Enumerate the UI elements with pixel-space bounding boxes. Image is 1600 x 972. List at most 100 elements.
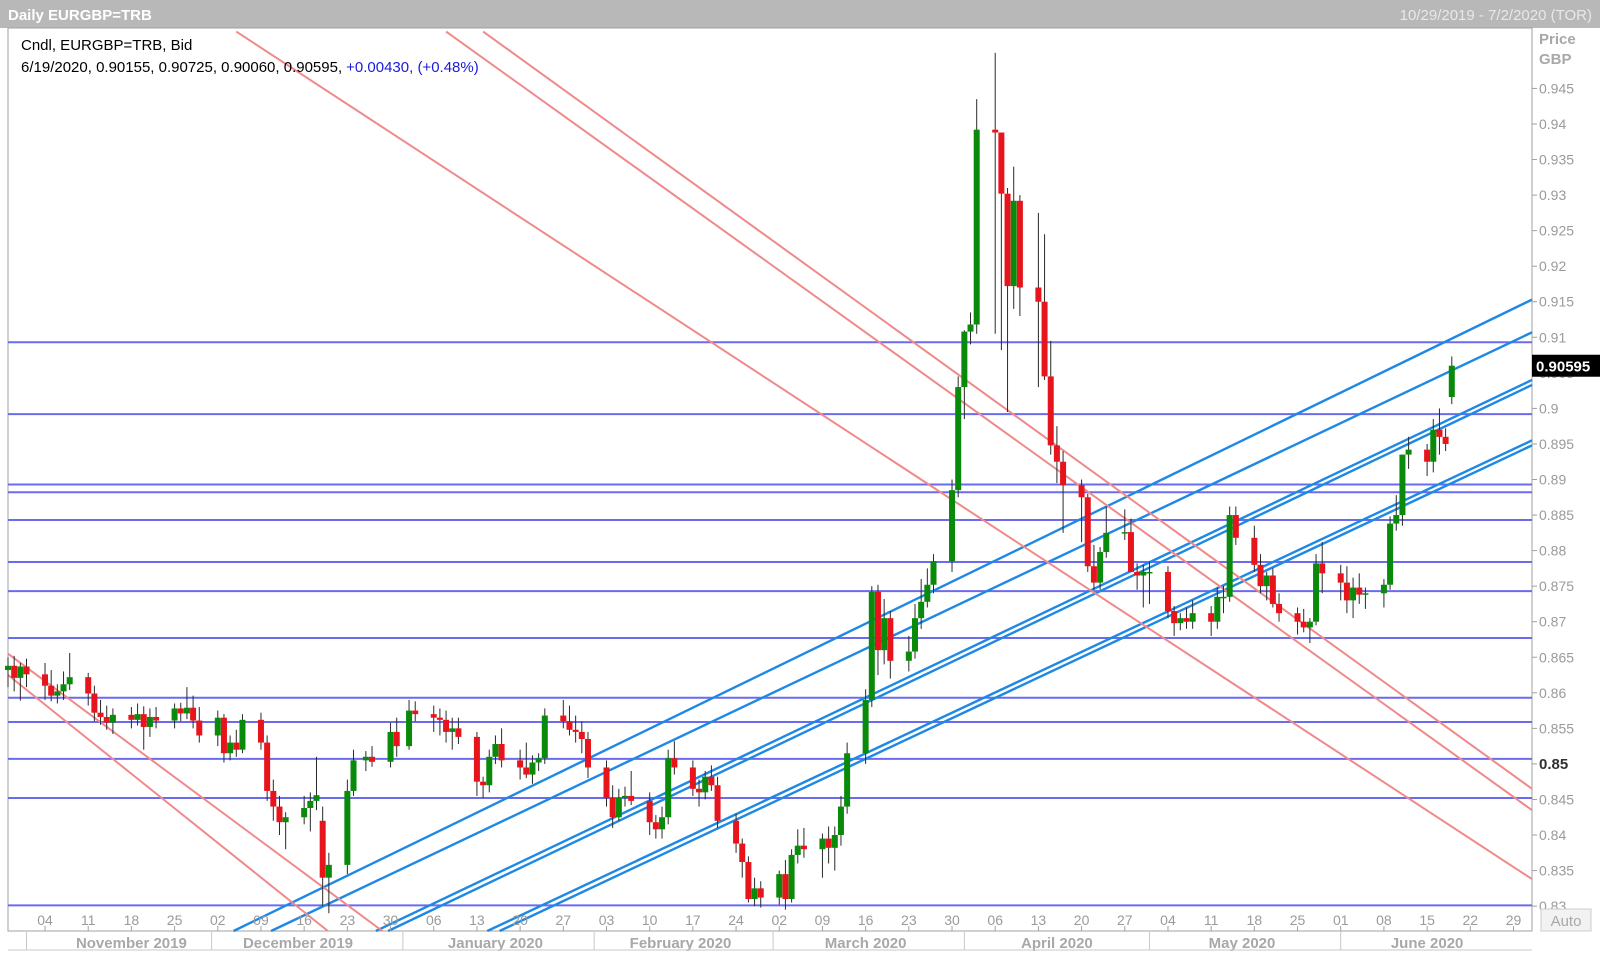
candle-body-up [1313, 563, 1320, 622]
candle-body-down [696, 788, 703, 793]
x-tick-label: 16 [296, 912, 312, 928]
candle-body-up [1121, 532, 1128, 534]
candle-body-down [1041, 301, 1048, 377]
y-tick-label: 0.875 [1539, 578, 1574, 594]
candle-body-down [270, 790, 277, 807]
x-tick-label: 03 [599, 912, 615, 928]
candle-body-down [128, 714, 135, 720]
x-tick-label: 10 [642, 912, 658, 928]
x-tick-label: 09 [253, 912, 269, 928]
candle-body-up [622, 795, 629, 799]
candle-body-up [301, 807, 308, 818]
candle-body-down [1053, 445, 1060, 462]
x-tick-label: 02 [771, 912, 787, 928]
candle-body-up [486, 756, 493, 786]
candle-body-up [615, 798, 622, 818]
candle-body-down [714, 785, 721, 821]
candle-body-down [436, 717, 443, 720]
candle-body-up [1097, 552, 1104, 583]
x-tick-label: 15 [1419, 912, 1435, 928]
candle-body-down [1343, 582, 1350, 601]
candle-body-down [1257, 564, 1264, 587]
candle-body-down [757, 888, 764, 898]
candle-body-up [313, 795, 320, 801]
x-tick-label: 22 [1463, 912, 1479, 928]
x-tick-label: 08 [1376, 912, 1392, 928]
candle-body-up [1430, 429, 1437, 462]
candle-body-down [1171, 611, 1178, 624]
candle-body-up [146, 716, 153, 727]
month-label: March 2020 [825, 935, 907, 952]
plot-area[interactable] [7, 27, 1533, 932]
candle-body-down [1251, 537, 1258, 565]
x-tick-label: 06 [987, 912, 1003, 928]
currency-label: GBP [1539, 51, 1572, 68]
candle-body-down [412, 710, 419, 715]
candle-body-down [153, 716, 160, 721]
candle-body-up [955, 387, 962, 491]
candle-body-up [862, 699, 869, 754]
candle-body-up [1220, 596, 1227, 599]
candle-body-up [1399, 454, 1406, 516]
y-tick-label: 0.84 [1539, 827, 1566, 843]
candle-body-down [48, 685, 55, 696]
candle-body-down [566, 721, 573, 730]
candle-body-down [671, 758, 678, 768]
candle-body-down [480, 781, 487, 786]
x-tick-label: 27 [556, 912, 572, 928]
candle-body-down [42, 674, 49, 686]
candle-body-up [1140, 571, 1147, 576]
candle-body-down [689, 767, 696, 789]
y-tick-label: 0.895 [1539, 436, 1574, 452]
x-tick-label: 11 [1204, 912, 1219, 928]
candle-body-down [652, 822, 659, 830]
candle-body-down [992, 129, 999, 133]
candle-body-down [319, 820, 326, 878]
candle-body-up [868, 591, 875, 700]
x-tick-label: 27 [1117, 912, 1133, 928]
candle-body-up [214, 717, 221, 736]
x-tick-label: 01 [1333, 912, 1349, 928]
title-bar [0, 0, 1600, 28]
candle-body-up [109, 714, 116, 723]
y-tick-label: 0.835 [1539, 863, 1574, 879]
candle-body-up [881, 618, 888, 651]
candle-body-down [1300, 621, 1307, 628]
legend-series: Cndl, EURGBP=TRB, Bid [21, 37, 192, 54]
candle-body-up [973, 129, 980, 325]
candle-body-down [1035, 287, 1042, 302]
x-tick-label: 18 [1247, 912, 1263, 928]
legend-ohlc: 6/19/2020, 0.90155, 0.90725, 0.90060, 0.… [21, 59, 342, 76]
x-tick-label: 13 [469, 912, 485, 928]
candle-body-up [1306, 621, 1313, 628]
candle-body-up [282, 817, 289, 823]
candle-body-up [1362, 593, 1369, 595]
x-tick-label: 16 [858, 912, 874, 928]
candle-body-down [560, 715, 567, 722]
candle-body-up [844, 753, 851, 807]
candle-body-down [998, 132, 1005, 194]
candle-body-up [918, 601, 925, 619]
candle-body-down [1208, 613, 1215, 622]
candle-body-down [97, 712, 104, 717]
x-tick-label: 20 [512, 912, 528, 928]
candle-body-up [1380, 584, 1387, 594]
month-label: April 2020 [1021, 935, 1093, 952]
candle-body-down [190, 707, 197, 721]
x-tick-label: 04 [1160, 912, 1176, 928]
candle-body-up [1263, 575, 1270, 587]
x-tick-label: 11 [81, 912, 96, 928]
auto-scale-button[interactable]: Auto [1551, 913, 1582, 930]
candle-body-down [517, 760, 524, 768]
x-tick-label: 09 [815, 912, 831, 928]
candle-body-up [535, 758, 542, 763]
month-label: November 2019 [76, 935, 187, 952]
x-tick-label: 18 [124, 912, 140, 928]
y-tick-label: 0.915 [1539, 294, 1574, 310]
y-tick-label: 0.94 [1539, 116, 1566, 132]
candle-body-up [949, 490, 956, 562]
x-tick-label: 02 [210, 912, 226, 928]
candle-body-down [800, 845, 807, 850]
candle-body-up [819, 838, 826, 850]
candle-body-down [393, 731, 400, 747]
